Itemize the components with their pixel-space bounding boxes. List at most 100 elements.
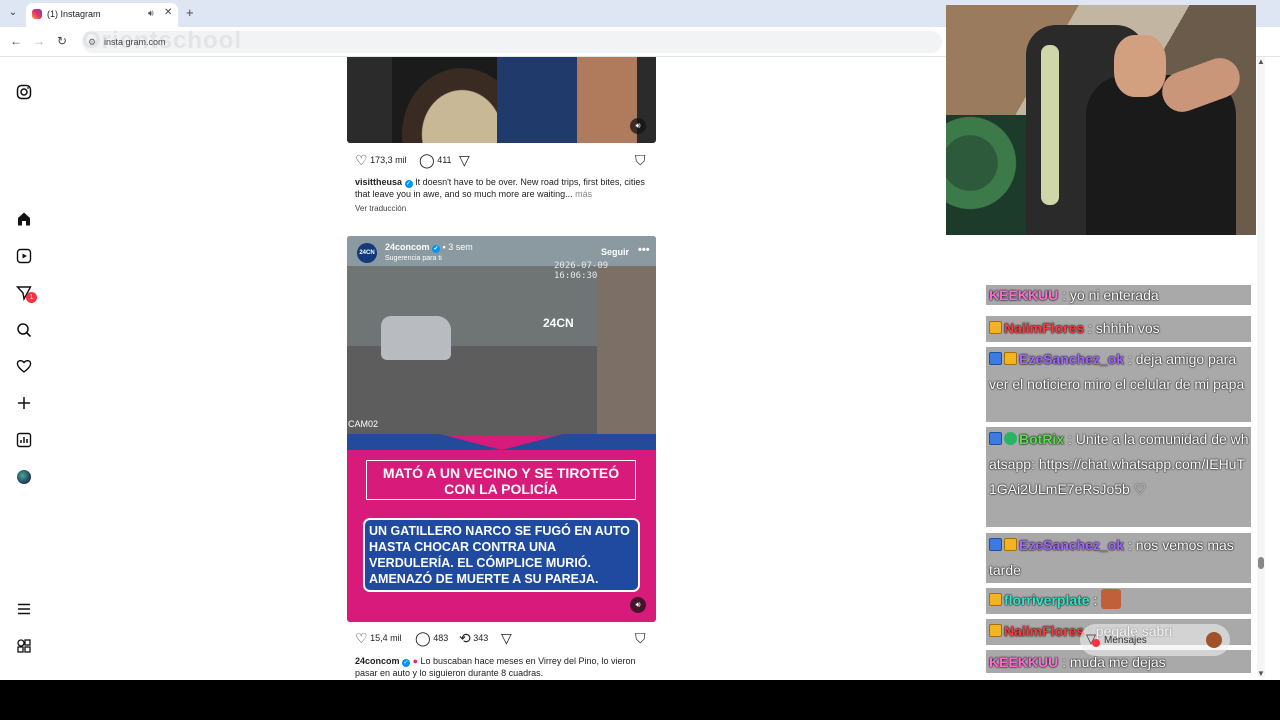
site-info-icon[interactable]: ⚙ [88, 37, 96, 48]
post2-avatar[interactable]: 24CN [357, 243, 377, 263]
send-icon: ▽ [501, 630, 512, 646]
post1-media[interactable]: 🔊︎ [347, 57, 656, 143]
post2-actions: ♡ 15,4 mil ◯ 483 ⟲ 343 ▽ ⛉ [355, 630, 655, 646]
heart-icon[interactable] [16, 358, 32, 374]
arrow-right-icon[interactable]: → [33, 34, 45, 48]
verified-icon: ✓ [402, 659, 411, 667]
share-button[interactable]: ▽ [501, 630, 512, 647]
emote-icon [1101, 589, 1122, 609]
webcam-overlay [946, 5, 1256, 235]
create-plus-icon[interactable] [16, 395, 32, 411]
post2-username[interactable]: 24concom [385, 242, 430, 252]
chat-message: florriverplate : [986, 588, 1251, 614]
verified-icon: ✓ [432, 245, 441, 253]
search-icon[interactable] [16, 322, 32, 338]
instagram-favicon-icon [32, 9, 42, 19]
post1-likes: 173,3 mil [370, 154, 407, 165]
arrow-left-icon[interactable]: ← [10, 34, 22, 48]
gold-badge-icon [989, 321, 1002, 334]
heart-icon: ♡ [355, 152, 368, 168]
address-bar[interactable]: Orientschool ⚙ insta gram.com [82, 27, 942, 54]
gold-badge-icon [1004, 352, 1017, 365]
mute-icon[interactable]: 🔊︎ [630, 597, 646, 613]
chat-message: KEEKKUU : yo ni enterada [986, 285, 1251, 305]
post2-media[interactable]: 24CN 24concom ✓ • 3 sem Sugerencia para … [347, 236, 656, 622]
webcam-plant [946, 115, 1026, 235]
chat-username[interactable]: KEEKKUU [989, 287, 1058, 303]
avatar [1206, 632, 1222, 648]
mute-icon[interactable]: 🔊︎ [630, 118, 646, 134]
comment-button[interactable]: ◯ 411 [419, 152, 452, 169]
more-link[interactable]: más [575, 189, 592, 199]
heart-icon: ♡ [355, 630, 368, 646]
chat-message: EzeSanchez_ok : nos vemos mas tarde [986, 533, 1251, 583]
menu-icon[interactable] [16, 601, 32, 617]
post2-caption-user[interactable]: 24concom [355, 656, 400, 666]
plus-icon[interactable]: + [186, 5, 194, 20]
dashboard-icon[interactable] [16, 432, 32, 448]
chat-username[interactable]: EzeSanchez_ok [1019, 351, 1124, 367]
save-button[interactable]: ⛉ [635, 152, 646, 169]
scroll-down-icon[interactable]: ▼ [1257, 669, 1265, 678]
post2-image-wall [597, 266, 656, 436]
comment-icon: ◯ [419, 152, 435, 168]
speaker-icon[interactable]: 🔊︎ [148, 8, 154, 19]
gold-badge-icon [1004, 538, 1017, 551]
chat-username[interactable]: KEEKKUU [989, 654, 1058, 670]
chat-text: : yo ni enterada [1062, 287, 1159, 303]
close-icon[interactable]: ✕ [164, 7, 172, 18]
repost-button[interactable]: ⟲ 343 [459, 630, 488, 647]
chat-username[interactable]: NaiimFlores [1004, 623, 1084, 639]
post2-caption: 24concom ✓ ● Lo buscaban hace meses en V… [355, 655, 655, 679]
bookmark-icon: ⛉ [635, 630, 646, 646]
stream-chat: KEEKKUU : yo ni enterada NaiimFlores : sh… [986, 285, 1251, 673]
scroll-up-icon[interactable]: ▲ [1257, 57, 1265, 66]
chat-message: NaiimFlores : shhhh vos [986, 316, 1251, 342]
page-scrollbar[interactable] [1257, 57, 1265, 677]
chat-text: : shhhh vos [1088, 320, 1160, 336]
scrollbar-thumb[interactable] [1258, 557, 1264, 569]
chat-username[interactable]: EzeSanchez_ok [1019, 537, 1124, 553]
post2-subheadline: UN GATILLERO NARCO SE FUGÓ EN AUTO HASTA… [363, 518, 640, 592]
comment-button[interactable]: ◯ 483 [415, 630, 448, 647]
green-badge-icon [1004, 432, 1017, 445]
chat-username[interactable]: BotRix [1019, 431, 1064, 447]
tab-instagram[interactable]: (1) Instagram 🔊︎ ✕ [26, 3, 178, 27]
blue-badge-icon [989, 432, 1002, 445]
cam-label: CAM02 [348, 419, 379, 429]
red-dot-icon: ● [412, 656, 418, 666]
chat-message: EzeSanchez_ok : deja amigo para ver el n… [986, 347, 1251, 422]
like-button[interactable]: ♡ 173,3 mil [355, 152, 407, 169]
chevron-down-icon[interactable]: ⌄ [4, 4, 22, 22]
like-button[interactable]: ♡ 15,4 mil [355, 630, 402, 647]
apps-icon[interactable] [16, 638, 32, 654]
blue-badge-icon [989, 352, 1002, 365]
post2-likes: 15,4 mil [370, 632, 402, 643]
post2-user-line: 24concom ✓ • 3 sem [385, 242, 473, 253]
channel-logo: 24CN [543, 316, 574, 330]
profile-avatar[interactable] [17, 470, 31, 484]
browser-window: ⌄ (1) Instagram 🔊︎ ✕ + ← → ↻ Orientschoo… [0, 0, 1280, 680]
chat-text: : [1093, 592, 1098, 608]
messages-button[interactable]: ▽ Mensajes [1080, 624, 1230, 656]
more-options-icon[interactable]: ••• [638, 244, 650, 256]
reels-icon[interactable] [16, 248, 32, 264]
send-icon: ▽ [459, 152, 470, 168]
post1-image-arm [577, 57, 637, 143]
chat-username[interactable]: NaiimFlores [1004, 320, 1084, 336]
post1-comments: 411 [437, 154, 452, 165]
instagram-logo-icon[interactable] [16, 84, 32, 100]
share-button[interactable]: ▽ [459, 152, 470, 169]
blue-badge-icon [989, 538, 1002, 551]
chat-username[interactable]: florriverplate [1004, 592, 1090, 608]
bookmark-icon: ⛉ [635, 152, 646, 168]
reload-icon[interactable]: ↻ [57, 34, 67, 48]
translate-link[interactable]: Ver traducción [355, 203, 655, 215]
save-button[interactable]: ⛉ [635, 630, 646, 647]
gold-badge-icon [989, 593, 1002, 606]
post1-username[interactable]: visittheusa [355, 177, 402, 187]
webcam-person-head [1114, 35, 1166, 97]
home-icon[interactable] [16, 211, 32, 227]
messages-label: Mensajes [1104, 635, 1147, 646]
follow-button[interactable]: Seguir [601, 247, 629, 257]
